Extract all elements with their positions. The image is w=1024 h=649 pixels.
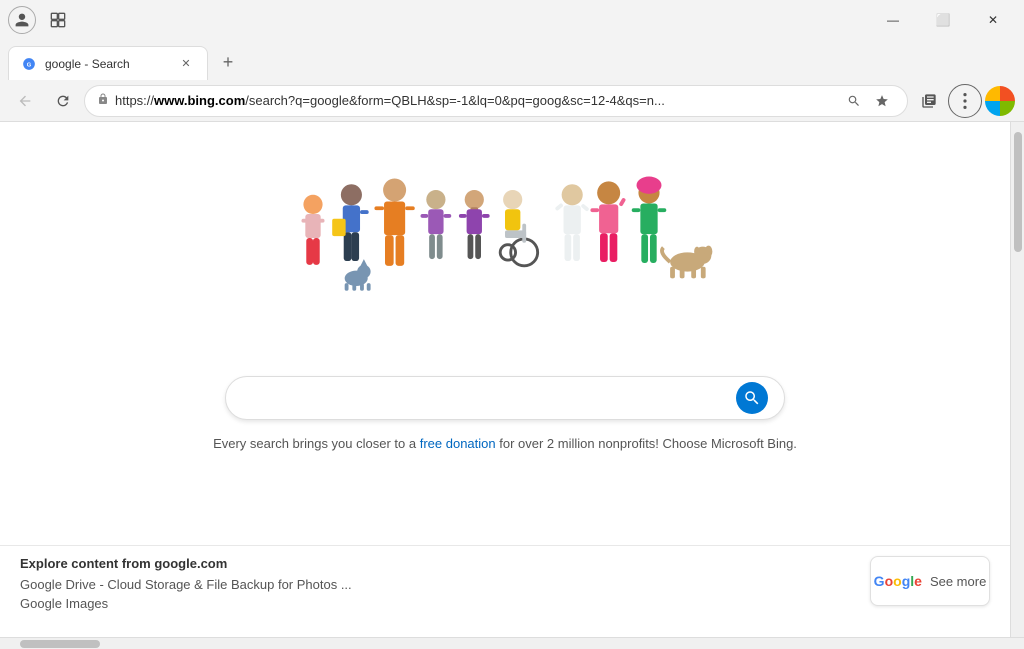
address-bar[interactable]: https://www.bing.com/search?q=google&for…: [84, 85, 908, 117]
browser-content: Every search brings you closer to a free…: [0, 122, 1010, 637]
more-button[interactable]: [948, 84, 982, 118]
search-address-icon[interactable]: [841, 88, 867, 114]
google-logo-text: Google: [874, 573, 922, 589]
tab-close-button[interactable]: ✕: [177, 55, 195, 73]
bing-tagline: Every search brings you closer to a free…: [213, 436, 797, 451]
scrollbar-thumb[interactable]: [1014, 132, 1022, 252]
explore-link-1[interactable]: Google Drive - Cloud Storage & File Back…: [20, 577, 870, 592]
explore-title: Explore content from google.com: [20, 556, 870, 571]
explore-content: Explore content from google.com Google D…: [20, 556, 870, 615]
address-text: https://www.bing.com/search?q=google&for…: [115, 93, 835, 108]
tab-manager-button[interactable]: [44, 6, 72, 34]
explore-section: Explore content from google.com Google D…: [0, 545, 1010, 625]
new-tab-button[interactable]: +: [212, 46, 244, 78]
refresh-button[interactable]: [46, 84, 80, 118]
see-more-card[interactable]: Google See more: [870, 556, 990, 606]
title-bar: — ⬜ ✕: [0, 0, 1024, 40]
bing-illustration: [255, 172, 755, 352]
user-icon[interactable]: [8, 6, 36, 34]
tab-title: google - Search: [45, 57, 169, 71]
close-button[interactable]: ✕: [970, 5, 1016, 35]
bing-search-box[interactable]: [225, 376, 785, 420]
see-more-text: See more: [930, 574, 986, 589]
active-tab[interactable]: G google - Search ✕: [8, 46, 208, 80]
tab-bar: G google - Search ✕ +: [0, 40, 1024, 80]
svg-text:G: G: [27, 62, 32, 68]
maximize-button[interactable]: ⬜: [920, 5, 966, 35]
nav-right-buttons: [912, 84, 1016, 118]
back-button[interactable]: [8, 84, 42, 118]
scrollbar-track[interactable]: [1010, 122, 1024, 637]
free-donation-link[interactable]: free donation: [420, 436, 496, 451]
bing-search-button[interactable]: [736, 382, 768, 414]
bottom-scrollbar-thumb[interactable]: [20, 640, 100, 648]
nav-bar: https://www.bing.com/search?q=google&for…: [0, 80, 1024, 122]
browser-content-wrapper: Every search brings you closer to a free…: [0, 122, 1024, 637]
bing-copilot-button[interactable]: [984, 85, 1016, 117]
bottom-scrollbar[interactable]: [0, 637, 1024, 649]
bing-search-input[interactable]: [242, 389, 736, 407]
address-actions: [841, 88, 895, 114]
title-bar-left: [8, 6, 72, 34]
minimize-button[interactable]: —: [870, 5, 916, 35]
tab-favicon: G: [21, 56, 37, 72]
explore-link-2[interactable]: Google Images: [20, 596, 870, 611]
collections-button[interactable]: [912, 84, 946, 118]
favorite-icon[interactable]: [869, 88, 895, 114]
lock-icon: [97, 93, 109, 108]
window-controls: — ⬜ ✕: [870, 5, 1016, 35]
